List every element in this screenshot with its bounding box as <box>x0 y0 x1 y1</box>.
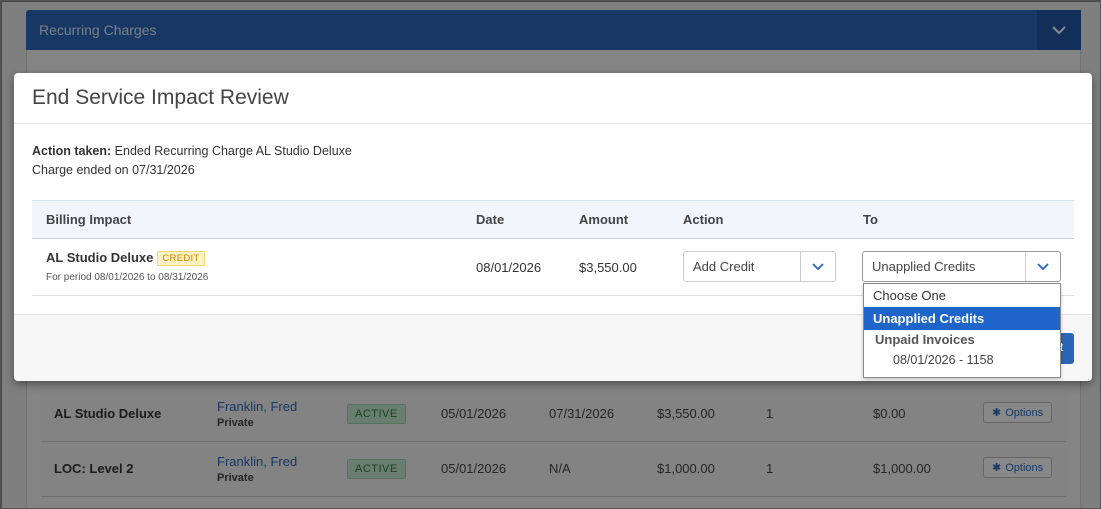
impact-period: For period 08/01/2026 to 08/31/2026 <box>46 272 209 283</box>
billing-impact-table: Billing Impact Date Amount Action To AL … <box>32 200 1074 296</box>
dropdown-option-choose-one[interactable]: Choose One <box>864 284 1060 307</box>
action-taken-text: Ended Recurring Charge AL Studio Deluxe <box>111 144 352 158</box>
header-action: Action <box>683 212 724 227</box>
header-billing-impact: Billing Impact <box>46 212 132 227</box>
to-select[interactable]: Unapplied Credits <box>862 251 1061 282</box>
chevron-down-icon <box>800 252 835 281</box>
modal-title: End Service Impact Review <box>32 86 289 109</box>
impact-name: AL Studio Deluxe <box>46 250 154 265</box>
action-select[interactable]: Add Credit <box>683 251 836 282</box>
header-date: Date <box>476 212 505 227</box>
dropdown-group-unpaid-invoices: Unpaid Invoices <box>875 332 975 347</box>
dropdown-option-unapplied-credits[interactable]: Unapplied Credits <box>864 307 1060 330</box>
impact-name-cell: AL Studio Deluxe CREDIT <box>46 250 205 266</box>
table-header: Billing Impact Date Amount Action To <box>32 200 1074 239</box>
screen: Recurring Charges AL Studio Deluxe Frank… <box>0 0 1101 509</box>
credit-badge: CREDIT <box>157 251 205 266</box>
modal-header: End Service Impact Review <box>14 73 1092 124</box>
action-taken-label: Action taken: <box>32 144 112 158</box>
chevron-down-icon <box>1025 252 1060 281</box>
charge-ended: Charge ended on 07/31/2026 <box>32 163 195 177</box>
action-taken: Action taken: Ended Recurring Charge AL … <box>32 142 1074 161</box>
dropdown-option-invoice[interactable]: 08/01/2026 - 1158 <box>864 352 1060 368</box>
header-amount: Amount <box>579 212 629 227</box>
to-select-value: Unapplied Credits <box>872 259 976 274</box>
impact-date: 08/01/2026 <box>476 260 542 275</box>
action-select-value: Add Credit <box>693 259 755 274</box>
header-to: To <box>863 212 878 227</box>
impact-amount: $3,550.00 <box>579 260 637 275</box>
to-select-dropdown[interactable]: Choose One Unapplied Credits Unpaid Invo… <box>863 283 1061 378</box>
